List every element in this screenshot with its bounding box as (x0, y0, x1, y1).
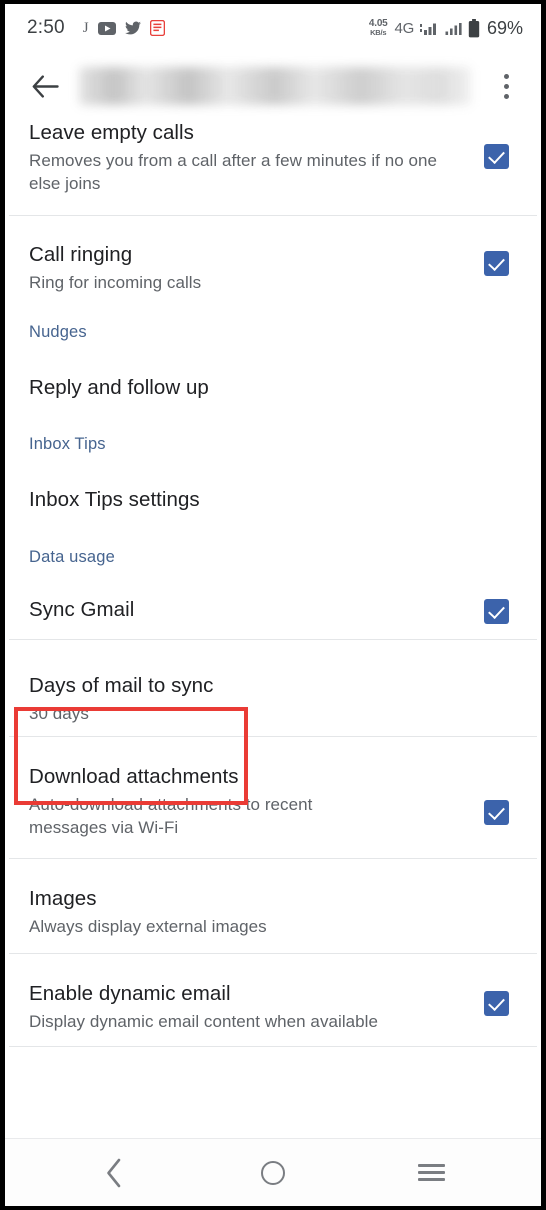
setting-subtitle: 30 days (29, 704, 89, 723)
checkbox-sync-gmail[interactable] (483, 599, 509, 624)
battery-percentage: 69% (486, 17, 523, 38)
setting-row-download-attachments[interactable]: Download attachments Auto-download attac… (5, 737, 541, 858)
setting-subtitle: Display dynamic email content when avail… (29, 1012, 378, 1031)
settings-list[interactable]: Leave empty calls Removes you from a cal… (5, 120, 541, 1122)
signal-sim2-icon (445, 23, 462, 35)
overflow-menu-icon[interactable] (489, 66, 523, 106)
setting-title: Inbox Tips settings (29, 488, 200, 511)
setting-title: Leave empty calls (29, 121, 194, 144)
youtube-icon (97, 21, 116, 35)
nav-home-icon[interactable] (236, 1148, 310, 1198)
setting-subtitle: Ring for incoming calls (29, 273, 202, 292)
network-type-label: 4G (394, 19, 415, 37)
status-system-icons: 4.05 KB/s 4G 69% (369, 18, 523, 39)
system-navigation-bar (5, 1138, 541, 1206)
status-bar: 2:50 J 4.05 KB/s 4G 69% (5, 4, 541, 52)
nav-recents-icon[interactable] (395, 1148, 469, 1198)
phone-screen: 2:50 J 4.05 KB/s 4G 69% Leave empty call… (0, 0, 546, 1210)
page-title-redacted (79, 67, 471, 105)
section-header-data-usage: Data usage (29, 548, 115, 566)
row-divider (9, 1046, 537, 1047)
setting-row-images[interactable]: Images Always display external images (5, 859, 541, 953)
checkbox-call-ringing[interactable] (483, 251, 509, 276)
battery-icon (468, 18, 480, 37)
network-speed-unit: KB/s (370, 28, 387, 38)
setting-title: Days of mail to sync (29, 674, 214, 697)
network-speed-indicator: 4.05 KB/s (369, 19, 388, 37)
setting-title: Reply and follow up (29, 376, 209, 399)
setting-title: Call ringing (29, 243, 133, 266)
music-app-icon: J (82, 19, 89, 36)
setting-title: Sync Gmail (29, 598, 135, 621)
status-notification-icons: J (83, 20, 165, 36)
section-header-inbox-tips: Inbox Tips (29, 435, 106, 453)
back-arrow-icon[interactable] (25, 66, 65, 106)
nav-back-icon[interactable] (77, 1148, 151, 1198)
setting-title: Download attachments (29, 765, 239, 788)
checkbox-download-attachments[interactable] (483, 800, 509, 825)
checkbox-leave-empty-calls[interactable] (483, 144, 509, 169)
setting-row-days-of-mail-to-sync[interactable]: Days of mail to sync 30 days (5, 640, 541, 736)
twitter-icon (124, 21, 141, 35)
news-app-icon (149, 20, 165, 36)
setting-title: Enable dynamic email (29, 982, 231, 1005)
setting-row-reply-and-follow-up[interactable]: Reply and follow up (5, 342, 541, 435)
section-header-nudges: Nudges (29, 323, 87, 341)
checkbox-enable-dynamic-email[interactable] (483, 991, 509, 1016)
setting-row-inbox-tips-settings[interactable]: Inbox Tips settings (5, 454, 541, 548)
setting-subtitle: Auto-download attachments to recent mess… (29, 795, 313, 837)
setting-title: Images (29, 887, 97, 910)
setting-row-leave-empty-calls[interactable]: Leave empty calls Removes you from a cal… (5, 120, 541, 206)
setting-subtitle: Always display external images (29, 917, 267, 936)
setting-subtitle: Removes you from a call after a few minu… (29, 151, 438, 193)
setting-row-call-ringing[interactable]: Call ringing Ring for incoming calls (5, 216, 541, 320)
setting-row-sync-gmail[interactable]: Sync Gmail (5, 567, 541, 639)
app-bar (5, 52, 541, 120)
status-clock: 2:50 (27, 17, 65, 38)
setting-row-enable-dynamic-email[interactable]: Enable dynamic email Display dynamic ema… (5, 954, 541, 1046)
signal-sim1-icon (419, 23, 436, 35)
